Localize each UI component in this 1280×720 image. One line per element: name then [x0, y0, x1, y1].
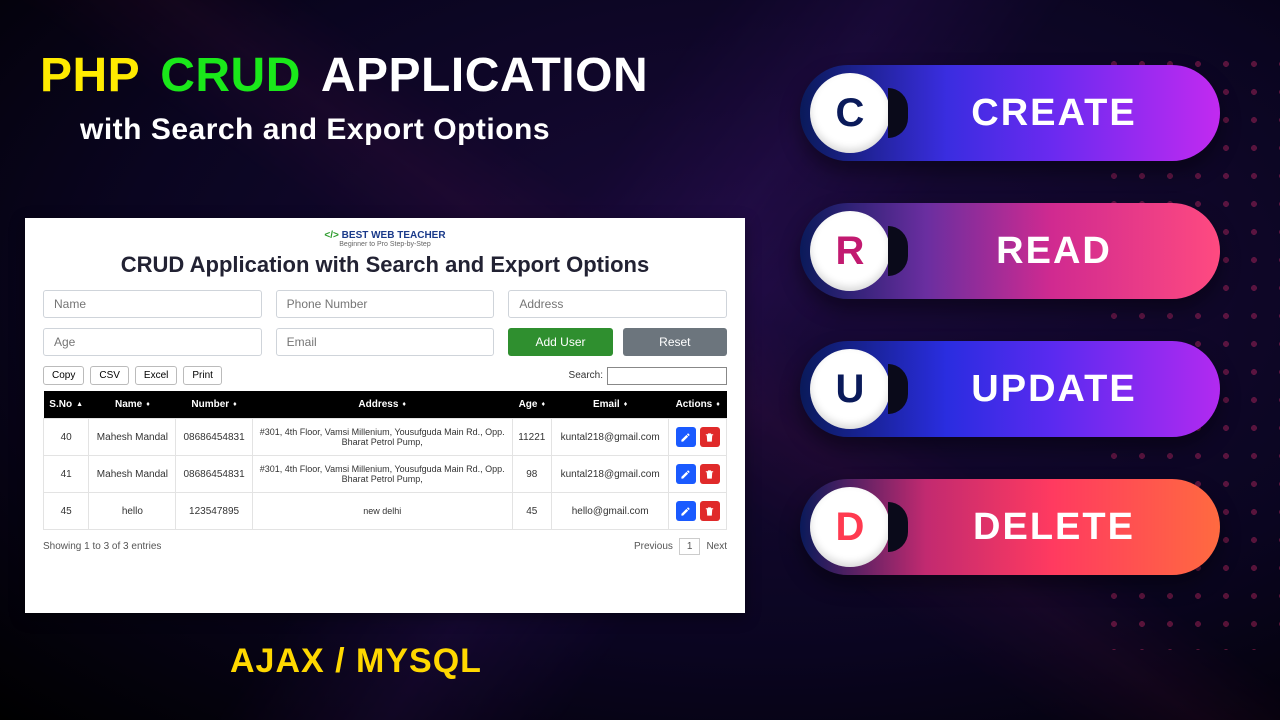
pill-read-letter: R	[810, 211, 890, 291]
pill-create-letter: C	[810, 73, 890, 153]
table-row: 40Mahesh Mandal08686454831#301, 4th Floo…	[44, 419, 727, 456]
pill-read: R READ	[800, 203, 1220, 299]
cell-name: Mahesh Mandal	[89, 419, 176, 456]
sort-icon: ♦	[402, 402, 406, 407]
col-address[interactable]: Address♦	[252, 391, 512, 419]
panel-title: CRUD Application with Search and Export …	[43, 252, 727, 278]
cell-number: 08686454831	[176, 419, 252, 456]
sort-icon: ♦	[716, 402, 720, 407]
cell-name: hello	[89, 493, 176, 530]
sort-icon: ♦	[624, 402, 628, 407]
table-row: 45hello123547895new delhi45hello@gmail.c…	[44, 493, 727, 530]
edit-icon[interactable]	[676, 501, 696, 521]
headline-footer: AJAX / MYSQL	[230, 642, 482, 681]
pager-prev[interactable]: Previous	[634, 541, 673, 552]
table-info: Showing 1 to 3 of 3 entries	[43, 541, 161, 552]
cell-address: #301, 4th Floor, Vamsi Millenium, Yousuf…	[252, 456, 512, 493]
pill-create: C CREATE	[800, 65, 1220, 161]
cell-number: 08686454831	[176, 456, 252, 493]
email-field[interactable]	[276, 328, 495, 356]
cell-name: Mahesh Mandal	[89, 456, 176, 493]
cell-email: kuntal218@gmail.com	[551, 456, 668, 493]
pill-delete: D DELETE	[800, 479, 1220, 575]
excel-button[interactable]: Excel	[135, 366, 177, 385]
cell-address: new delhi	[252, 493, 512, 530]
csv-button[interactable]: CSV	[90, 366, 129, 385]
sort-icon: ▲	[76, 402, 83, 407]
pill-update-label: UPDATE	[908, 368, 1220, 411]
name-field[interactable]	[43, 290, 262, 318]
sort-icon: ♦	[541, 402, 545, 407]
phone-field[interactable]	[276, 290, 495, 318]
copy-button[interactable]: Copy	[43, 366, 84, 385]
headline: PHP CRUD APPLICATION with Search and Exp…	[40, 48, 648, 147]
sort-icon: ♦	[233, 402, 237, 407]
pill-update: U UPDATE	[800, 341, 1220, 437]
search-input[interactable]	[607, 367, 727, 385]
cell-sno: 40	[44, 419, 89, 456]
cell-actions	[669, 456, 727, 493]
export-row: Copy CSV Excel Print Search:	[43, 366, 727, 385]
col-name[interactable]: Name♦	[89, 391, 176, 419]
search-label: Search:	[569, 370, 603, 381]
app-panel: </> BEST WEB TEACHER Beginner to Pro Ste…	[25, 218, 745, 613]
headline-crud: CRUD	[160, 48, 301, 103]
edit-icon[interactable]	[676, 427, 696, 447]
col-number[interactable]: Number♦	[176, 391, 252, 419]
reset-button[interactable]: Reset	[623, 328, 727, 356]
address-field[interactable]	[508, 290, 727, 318]
cell-email: hello@gmail.com	[551, 493, 668, 530]
col-actions[interactable]: Actions♦	[669, 391, 727, 419]
sort-icon: ♦	[146, 402, 150, 407]
cell-age: 45	[512, 493, 551, 530]
pill-update-letter: U	[810, 349, 890, 429]
pill-delete-letter: D	[810, 487, 890, 567]
pill-create-label: CREATE	[908, 92, 1220, 135]
pager-page[interactable]: 1	[679, 538, 701, 555]
col-age[interactable]: Age♦	[512, 391, 551, 419]
crud-pill-column: C CREATE R READ U UPDATE D DELETE	[800, 65, 1220, 575]
cell-number: 123547895	[176, 493, 252, 530]
delete-icon[interactable]	[700, 427, 720, 447]
pager-next[interactable]: Next	[706, 541, 727, 552]
brand: </> BEST WEB TEACHER	[43, 230, 727, 241]
age-field[interactable]	[43, 328, 262, 356]
cell-sno: 45	[44, 493, 89, 530]
brand-sub: Beginner to Pro Step-by-Step	[43, 241, 727, 248]
cell-age: 11221	[512, 419, 551, 456]
brand-logo-icon: </>	[324, 230, 338, 241]
pill-delete-label: DELETE	[908, 506, 1220, 549]
headline-php: PHP	[40, 48, 140, 103]
col-sno[interactable]: S.No▲	[44, 391, 89, 419]
data-table: S.No▲ Name♦ Number♦ Address♦ Age♦ Email♦…	[43, 391, 727, 530]
print-button[interactable]: Print	[183, 366, 222, 385]
col-email[interactable]: Email♦	[551, 391, 668, 419]
brand-name: BEST WEB TEACHER	[342, 230, 446, 241]
cell-age: 98	[512, 456, 551, 493]
cell-actions	[669, 493, 727, 530]
cell-actions	[669, 419, 727, 456]
table-row: 41Mahesh Mandal08686454831#301, 4th Floo…	[44, 456, 727, 493]
edit-icon[interactable]	[676, 464, 696, 484]
headline-app: APPLICATION	[321, 48, 648, 103]
delete-icon[interactable]	[700, 501, 720, 521]
cell-address: #301, 4th Floor, Vamsi Millenium, Yousuf…	[252, 419, 512, 456]
add-user-button[interactable]: Add User	[508, 328, 612, 356]
cell-email: kuntal218@gmail.com	[551, 419, 668, 456]
pill-read-label: READ	[908, 230, 1220, 273]
pager: Previous 1 Next	[634, 538, 727, 555]
headline-sub: with Search and Export Options	[80, 113, 648, 147]
cell-sno: 41	[44, 456, 89, 493]
form-grid: Add User Reset	[43, 290, 727, 356]
delete-icon[interactable]	[700, 464, 720, 484]
